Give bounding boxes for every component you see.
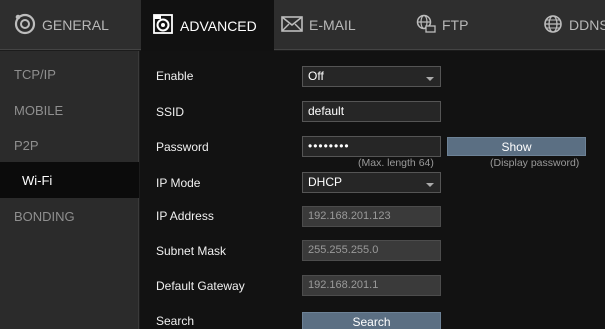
ssid-input[interactable]: default — [302, 101, 441, 122]
ip-address-input: 192.168.201.123 — [302, 206, 441, 227]
enable-select[interactable]: Off — [302, 66, 441, 87]
tab-general-label: GENERAL — [42, 17, 109, 33]
default-gateway-input: 192.168.201.1 — [302, 275, 441, 296]
password-max-length-hint: (Max. length 64) — [358, 157, 434, 169]
enable-label: Enable — [156, 69, 194, 83]
search-label: Search — [156, 314, 195, 328]
search-button[interactable]: Search — [302, 312, 441, 329]
tab-general[interactable]: GENERAL — [0, 0, 140, 50]
gear-settings-icon — [152, 13, 174, 38]
display-password-hint: (Display password) — [490, 157, 580, 169]
default-gateway-label: Default Gateway — [156, 279, 245, 293]
password-label: Password — [156, 140, 209, 154]
sidebar: TCP/IP MOBILE P2P Wi-Fi BONDING — [0, 51, 139, 329]
envelope-icon — [281, 15, 303, 35]
tab-advanced[interactable]: ADVANCED — [141, 0, 274, 51]
tab-ddns-label: DDNS — [569, 17, 605, 33]
ip-address-label: IP Address — [156, 209, 214, 223]
tab-advanced-label: ADVANCED — [180, 17, 257, 34]
tab-ftp[interactable]: FTP — [410, 0, 530, 50]
wifi-settings-panel: Enable Off SSID default Password •••••••… — [140, 51, 605, 329]
sidebar-item-mobile[interactable]: MOBILE — [0, 92, 139, 128]
sidebar-item-p2p[interactable]: P2P — [0, 127, 139, 163]
sidebar-item-tcpip[interactable]: TCP/IP — [0, 56, 139, 92]
show-password-button[interactable]: Show — [447, 137, 586, 156]
subnet-mask-label: Subnet Mask — [156, 244, 227, 258]
sidebar-item-bonding[interactable]: BONDING — [0, 198, 139, 234]
tab-ftp-label: FTP — [442, 17, 469, 33]
ssid-label: SSID — [156, 105, 185, 119]
ip-mode-select[interactable]: DHCP — [302, 172, 441, 193]
sidebar-item-wifi[interactable]: Wi-Fi — [0, 162, 139, 198]
tab-email[interactable]: E-MAIL — [276, 0, 396, 50]
gear-settings-icon — [14, 13, 36, 38]
subnet-mask-input: 255.255.255.0 — [302, 240, 441, 261]
tab-email-label: E-MAIL — [309, 17, 356, 33]
ip-mode-label: IP Mode — [156, 176, 201, 190]
password-input[interactable]: •••••••• — [302, 136, 441, 157]
ftp-globe-icon — [416, 14, 436, 37]
tab-ddns[interactable]: DDNS — [537, 0, 605, 50]
ddns-globe-icon — [543, 14, 563, 37]
top-tab-bar: GENERAL ADVANCED E-MAIL FTP DDNS — [0, 0, 605, 51]
